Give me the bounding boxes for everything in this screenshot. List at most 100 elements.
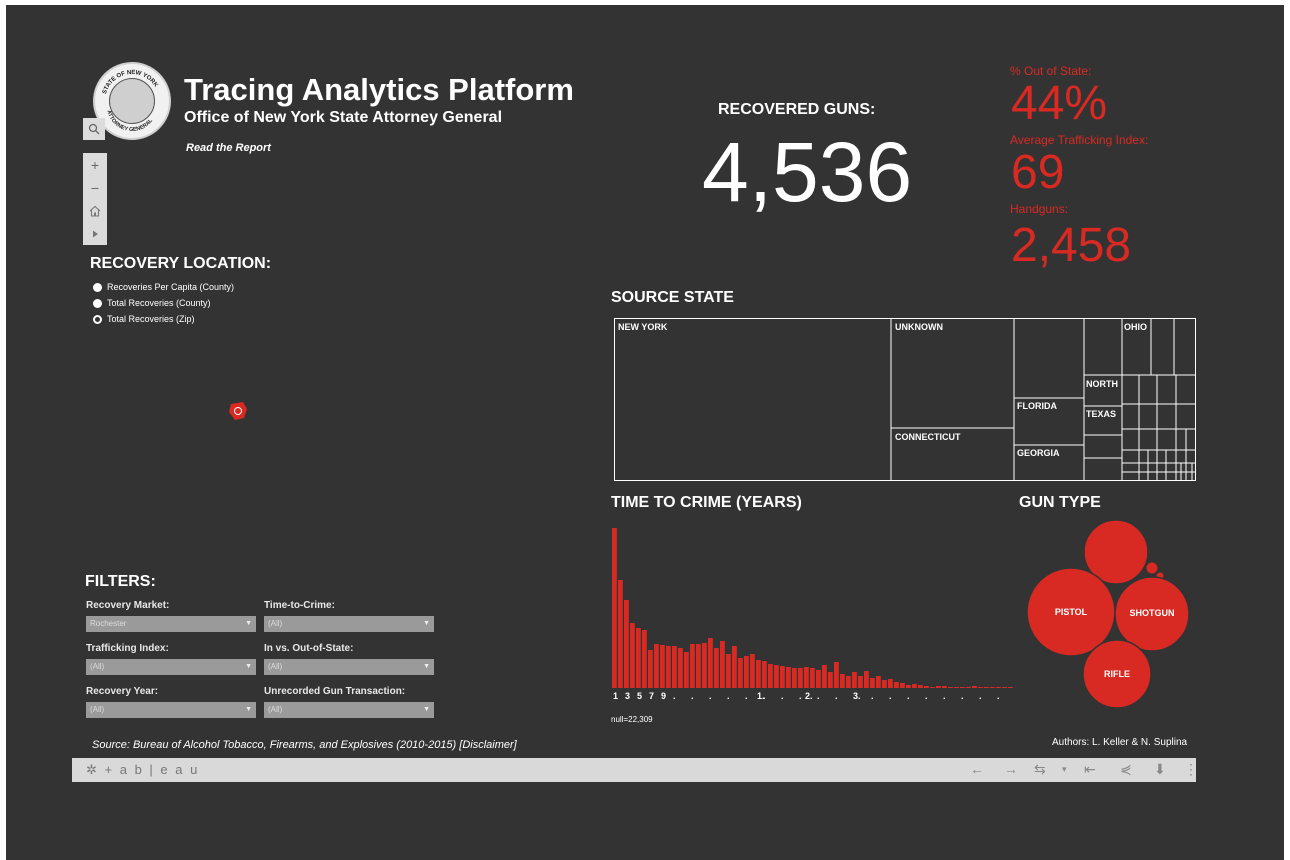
time-to-crime-bar[interactable]: [624, 600, 629, 688]
time-to-crime-bar[interactable]: [834, 662, 839, 688]
zoom-in-button[interactable]: +: [83, 153, 107, 176]
recovery-market-dropdown[interactable]: Rochester ▼: [86, 616, 256, 632]
time-to-crime-bar[interactable]: [804, 667, 809, 688]
time-to-crime-bar[interactable]: [726, 654, 731, 688]
time-to-crime-bar[interactable]: [936, 686, 941, 688]
time-to-crime-bar[interactable]: [984, 687, 989, 688]
time-to-crime-bar[interactable]: [948, 687, 953, 688]
time-to-crime-bar[interactable]: [912, 684, 917, 688]
time-to-crime-bar[interactable]: [654, 644, 659, 688]
time-to-crime-bar[interactable]: [1002, 687, 1007, 688]
radio-button-selected[interactable]: [93, 314, 102, 324]
time-to-crime-bar[interactable]: [1008, 687, 1013, 688]
download-icon[interactable]: ⬇: [1154, 761, 1166, 778]
radio-per-capita-county[interactable]: Recoveries Per Capita (County): [93, 282, 234, 292]
time-to-crime-bar[interactable]: [630, 623, 635, 688]
time-to-crime-bar[interactable]: [786, 667, 791, 688]
time-to-crime-bar[interactable]: [720, 641, 725, 688]
time-to-crime-bar[interactable]: [846, 676, 851, 688]
time-to-crime-bar[interactable]: [744, 656, 749, 688]
time-to-crime-bar[interactable]: [966, 687, 971, 688]
radio-total-county[interactable]: Total Recoveries (County): [93, 298, 211, 308]
time-to-crime-bar[interactable]: [768, 664, 773, 688]
gun-type-bubble-chart[interactable]: PISTOL SHOTGUN RIFLE: [1024, 518, 1196, 713]
time-to-crime-bar[interactable]: [960, 687, 965, 688]
chevron-down-icon[interactable]: ▾: [1062, 764, 1067, 775]
time-to-crime-bar[interactable]: [612, 528, 617, 688]
fullscreen-icon[interactable]: ⋮: [1184, 761, 1198, 778]
time-to-crime-bar[interactable]: [648, 650, 653, 688]
time-to-crime-bar[interactable]: [816, 670, 821, 688]
time-to-crime-bar[interactable]: [714, 648, 719, 688]
time-to-crime-bar[interactable]: [870, 678, 875, 688]
time-to-crime-bar[interactable]: [636, 628, 641, 688]
time-to-crime-bar[interactable]: [684, 652, 689, 688]
time-to-crime-bar[interactable]: [900, 683, 905, 688]
time-to-crime-bar[interactable]: [774, 665, 779, 688]
zoom-out-button[interactable]: −: [83, 176, 107, 199]
revert-all-icon[interactable]: ⇤: [1084, 761, 1096, 778]
map-location-marker[interactable]: [226, 399, 250, 423]
time-to-crime-dropdown[interactable]: (All) ▼: [264, 616, 434, 632]
time-to-crime-bar[interactable]: [996, 687, 1001, 688]
map-search-button[interactable]: [83, 118, 105, 140]
time-to-crime-bar[interactable]: [930, 687, 935, 688]
time-to-crime-bar[interactable]: [810, 668, 815, 688]
time-to-crime-bar[interactable]: [762, 661, 767, 688]
in-vs-out-dropdown[interactable]: (All) ▼: [264, 659, 434, 675]
time-to-crime-bar[interactable]: [642, 630, 647, 688]
time-to-crime-bar[interactable]: [828, 672, 833, 688]
radio-total-zip[interactable]: Total Recoveries (Zip): [93, 314, 195, 324]
time-to-crime-bar[interactable]: [882, 680, 887, 688]
time-to-crime-bar[interactable]: [618, 580, 623, 688]
time-to-crime-bar[interactable]: [798, 668, 803, 688]
time-to-crime-bar[interactable]: [858, 676, 863, 688]
time-to-crime-bar[interactable]: [792, 668, 797, 688]
time-to-crime-bar[interactable]: [696, 644, 701, 688]
time-to-crime-bar[interactable]: [660, 645, 665, 688]
time-to-crime-bar[interactable]: [888, 679, 893, 688]
time-to-crime-bar[interactable]: [906, 685, 911, 688]
time-to-crime-bar[interactable]: [732, 646, 737, 688]
time-to-crime-bar[interactable]: [672, 646, 677, 688]
time-to-crime-bar[interactable]: [852, 672, 857, 688]
time-to-crime-bar[interactable]: [756, 660, 761, 688]
time-to-crime-bar[interactable]: [978, 687, 983, 688]
time-to-crime-chart[interactable]: 1 3 5 7 9 1. 2. 3...................: [610, 520, 1020, 706]
map-home-button[interactable]: [83, 199, 107, 222]
time-to-crime-bar[interactable]: [924, 686, 929, 688]
time-to-crime-bar[interactable]: [972, 686, 977, 688]
trafficking-index-dropdown[interactable]: (All) ▼: [86, 659, 256, 675]
time-to-crime-bar[interactable]: [822, 665, 827, 688]
time-to-crime-bar[interactable]: [876, 676, 881, 688]
time-to-crime-bar[interactable]: [864, 671, 869, 688]
share-icon[interactable]: ⋞: [1120, 761, 1132, 778]
revert-icon[interactable]: ⇆: [1034, 761, 1046, 778]
undo-icon[interactable]: ←: [970, 761, 984, 777]
time-to-crime-bar[interactable]: [942, 686, 947, 688]
time-to-crime-bar[interactable]: [690, 644, 695, 688]
time-to-crime-bar[interactable]: [780, 666, 785, 688]
time-to-crime-bar[interactable]: [840, 674, 845, 688]
map-expand-button[interactable]: [83, 222, 107, 245]
time-to-crime-bar[interactable]: [702, 643, 707, 688]
time-to-crime-bar[interactable]: [954, 687, 959, 688]
unrecorded-transaction-dropdown[interactable]: (All) ▼: [264, 702, 434, 718]
time-to-crime-bar[interactable]: [678, 648, 683, 688]
time-to-crime-bar[interactable]: [918, 685, 923, 688]
source-citation-link[interactable]: Source: Bureau of Alcohol Tobacco, Firea…: [92, 739, 517, 751]
time-to-crime-bar[interactable]: [990, 687, 995, 688]
recovery-year-dropdown[interactable]: (All) ▼: [86, 702, 256, 718]
time-to-crime-bar[interactable]: [738, 658, 743, 688]
bubble-small-1[interactable]: [1145, 561, 1159, 575]
tableau-logo[interactable]: ✲ + a b | e a u: [86, 762, 199, 778]
time-to-crime-bar[interactable]: [894, 682, 899, 688]
time-to-crime-bar[interactable]: [666, 646, 671, 688]
radio-button[interactable]: [93, 282, 102, 292]
time-to-crime-bar[interactable]: [708, 638, 713, 688]
time-to-crime-bar[interactable]: [750, 654, 755, 688]
read-report-link[interactable]: Read the Report: [186, 142, 271, 154]
radio-button[interactable]: [93, 298, 102, 308]
source-state-treemap[interactable]: NEW YORK UNKNOWN CONNECTICUT FLORIDA GEO…: [614, 318, 1196, 481]
redo-icon[interactable]: →: [1004, 761, 1018, 777]
